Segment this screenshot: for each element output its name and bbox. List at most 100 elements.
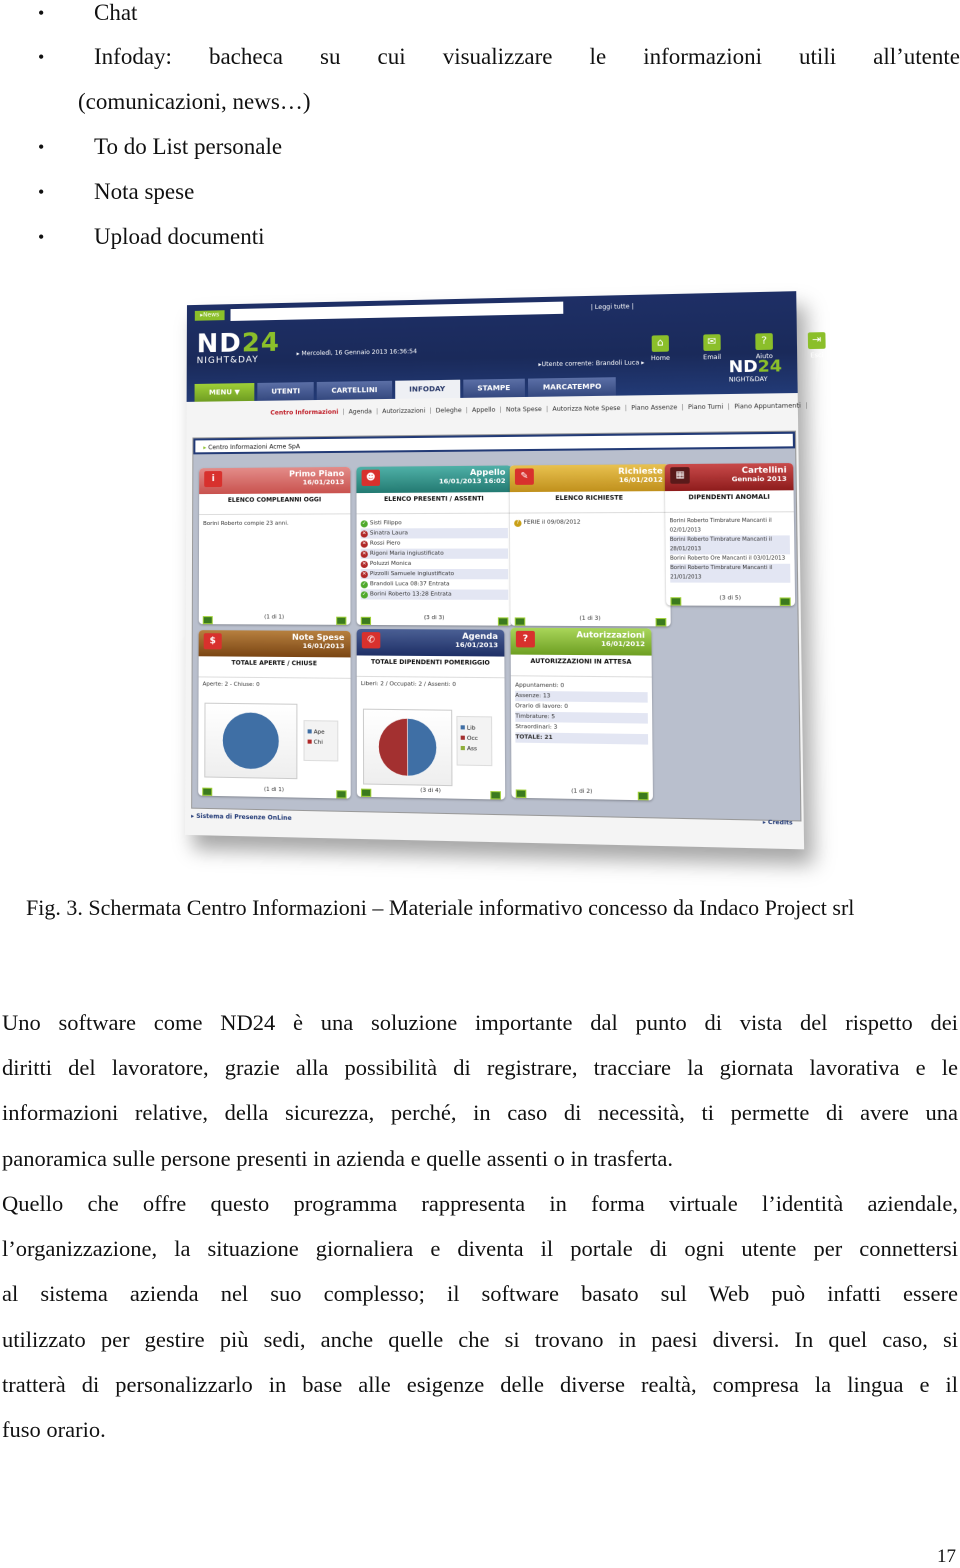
- list-item: Borini Roberto compie 23 anni.: [203, 520, 289, 528]
- card-body[interactable]: Borini Roberto Timbrature Mancanti il 02…: [665, 512, 795, 587]
- bullet-text: Infoday: bacheca su cui visualizzare le …: [94, 44, 960, 69]
- card-autorizzazioni: ? Autorizzazioni 16/01/2012 AUTORIZZAZIO…: [510, 627, 653, 801]
- subnav-autorizza-note-spese[interactable]: Autorizza Note Spese: [552, 405, 620, 413]
- list-item: ✕ Rossi Piero: [360, 538, 508, 549]
- card-body: Borini Roberto compie 23 anni.: [199, 514, 350, 533]
- subnav-agenda[interactable]: Agenda: [349, 408, 372, 415]
- cross-icon: ✕: [360, 529, 368, 538]
- read-all-link[interactable]: | Leggi tutte |: [591, 303, 634, 311]
- next-arrow-icon[interactable]: [637, 791, 649, 801]
- row-text: Rigoni Maria ingiustificato: [369, 550, 444, 557]
- prev-arrow-icon[interactable]: [202, 616, 213, 625]
- card-body: Appuntamenti: 0 Assenze: 13 Orario di la…: [511, 676, 653, 749]
- list-item: ✕ Sinatra Laura: [360, 527, 508, 539]
- card-header: ✆ Agenda 16/01/2013: [356, 628, 505, 657]
- card-agenda: ✆ Agenda 16/01/2013 TOTALE DIPENDENTI PO…: [356, 628, 506, 800]
- card-subtitle: TOTALE DIPENDENTI POMERIGGIO: [356, 655, 505, 679]
- bullet-icon: •: [38, 137, 45, 157]
- bullet-text: (comunicazioni, news…): [78, 89, 311, 114]
- sub-navigation: Centro Informazioni | Agenda | Autorizzazi…: [270, 402, 808, 417]
- prev-arrow-icon[interactable]: [514, 617, 526, 626]
- prev-arrow-icon[interactable]: [670, 597, 682, 606]
- card-pager: (1 di 1): [264, 614, 285, 621]
- card-subtitle: TOTALE APERTE / CHIUSE: [198, 656, 351, 679]
- legend-item: Occ: [460, 734, 488, 745]
- agenda-icon: ✆: [361, 632, 381, 649]
- next-arrow-icon[interactable]: [490, 791, 501, 800]
- logo-num: 24: [757, 355, 783, 376]
- tab-infoday[interactable]: INFODAY: [394, 379, 460, 399]
- card-header: ? Autorizzazioni 16/01/2012: [510, 627, 652, 656]
- next-arrow-icon[interactable]: [336, 790, 347, 799]
- list-item: Borini Roberto Timbrature Mancanti il 02…: [669, 517, 772, 534]
- subnav-piano-appuntamenti[interactable]: Piano Appuntamenti: [734, 402, 801, 410]
- row-text: Borini Roberto 13:28 Entrata: [369, 591, 452, 598]
- subnav-autorizzazioni[interactable]: Autorizzazioni: [382, 408, 425, 416]
- card-pager: (3 di 4): [420, 787, 441, 795]
- row-text: Poluzzi Monica: [369, 560, 412, 567]
- cross-icon: ✕: [360, 550, 368, 558]
- cross-icon: ✕: [360, 540, 368, 548]
- email-label: Email: [703, 353, 722, 362]
- card-summary: Aperte: 2 - Chiuse: 0: [202, 681, 260, 689]
- breadcrumb: ▸ Centro Informazioni Acme SpA: [193, 431, 796, 455]
- list-item: ✓ Borini Roberto 13:28 Entrata: [360, 589, 509, 600]
- next-arrow-icon[interactable]: [497, 617, 509, 626]
- dollar-icon: $: [203, 633, 222, 650]
- card-richieste: ✎ Richieste 16/01/2012 ELENCO RICHIESTE …: [509, 464, 671, 627]
- legend-label: Ape: [313, 729, 325, 736]
- email-button[interactable]: ✉ Email: [696, 334, 729, 361]
- next-arrow-icon[interactable]: [779, 597, 791, 606]
- tab-cartellini[interactable]: CARTELLINI: [317, 380, 392, 401]
- legend-item: Ape: [307, 727, 335, 738]
- nd24-logo-small: ND24 NIGHT&DAY: [728, 356, 782, 384]
- exit-button[interactable]: ⇥ Esci: [800, 332, 833, 360]
- news-label[interactable]: ▸News: [194, 310, 225, 321]
- subnav-appello[interactable]: Appello: [472, 407, 495, 414]
- help-icon: ?: [755, 333, 773, 351]
- nd24-app-window: ▸News | Leggi tutte | ND24 NIGHT&DAY ▸ M…: [185, 291, 826, 850]
- subnav-piano-turni[interactable]: Piano Turni: [688, 403, 723, 411]
- paragraph-line: l’organizzazione, la situazione giornali…: [2, 1236, 958, 1262]
- pie-svg: [205, 704, 296, 778]
- subnav-deleghe[interactable]: Deleghe: [436, 407, 462, 414]
- card-subtitle: ELENCO COMPLEANNI OGGI: [199, 493, 351, 516]
- prev-arrow-icon[interactable]: [202, 787, 213, 796]
- tab-stampe[interactable]: STAMPE: [462, 378, 526, 398]
- next-arrow-icon[interactable]: [655, 618, 667, 627]
- tab-utenti[interactable]: UTENTI: [257, 382, 315, 401]
- bullet-text: To do List personale: [94, 134, 283, 159]
- subnav-nota-spese[interactable]: Nota Spese: [506, 406, 542, 414]
- pie-chart: [204, 702, 298, 780]
- pie-slice-ape: [222, 712, 279, 770]
- legend-label: Lib: [466, 725, 476, 732]
- logo-tagline: NIGHT&DAY: [728, 375, 768, 384]
- current-user: ▸Utente corrente: Brandoli Luca ▸: [538, 359, 645, 369]
- list-item: Borini Roberto Ore Mancanti il 03/01/201…: [670, 555, 786, 562]
- bullet-icon: •: [38, 227, 45, 247]
- subnav-piano-assenze[interactable]: Piano Assenze: [631, 404, 677, 412]
- paragraph-line: diritti del lavoratore, grazie alla poss…: [2, 1055, 958, 1081]
- legend-label: Ass: [466, 746, 478, 753]
- card-cartellini: ▦ Cartellini Gennaio 2013 DIPENDENTI ANO…: [664, 463, 796, 606]
- tab-marcatempo[interactable]: MARCATEMPO: [528, 377, 617, 397]
- list-item: Borini Roberto Timbrature Mancanti il 28…: [669, 535, 791, 555]
- subnav-centro-informazioni[interactable]: Centro Informazioni: [270, 409, 338, 417]
- card-header: i Primo Piano 16/01/2013: [199, 466, 351, 495]
- next-arrow-icon[interactable]: [336, 616, 347, 625]
- pie-legend: Ape Chi: [303, 720, 339, 762]
- app-footer: ▸ Sistema di Presenze OnLine: [191, 812, 292, 823]
- legend-label: Occ: [466, 735, 478, 743]
- prev-arrow-icon[interactable]: [515, 789, 527, 798]
- bullet-icon: •: [38, 3, 45, 23]
- list-item: ✕ Poluzzi Monica: [360, 559, 508, 569]
- list-item: ✓ Sisti Filippo: [360, 518, 508, 529]
- cross-icon: ✕: [360, 570, 368, 578]
- prev-arrow-icon[interactable]: [360, 788, 372, 797]
- paragraph-line: Quello che offre questo programma rappre…: [2, 1191, 958, 1216]
- prev-arrow-icon[interactable]: [360, 616, 372, 625]
- home-button[interactable]: ⌂ Home: [644, 335, 676, 362]
- tab-menu[interactable]: MENU ▼: [194, 383, 255, 402]
- list-item: ✓ Brandoli Luca 08:37 Entrata: [360, 579, 509, 589]
- credits-link[interactable]: ▸ Credits: [763, 820, 793, 827]
